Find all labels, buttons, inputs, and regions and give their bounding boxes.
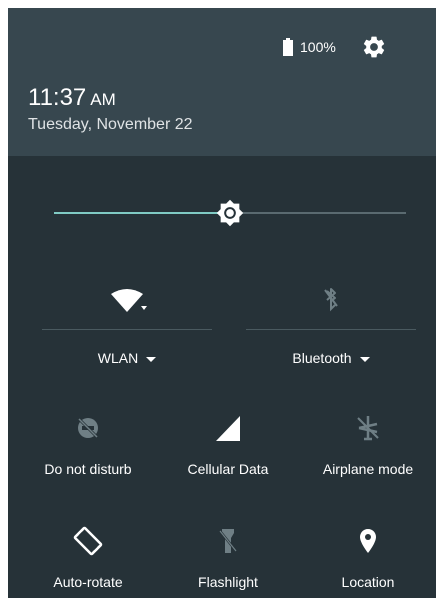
tile-bluetooth-label[interactable]: Bluetooth	[246, 350, 416, 366]
tile-location[interactable]: Location	[298, 526, 436, 598]
chevron-down-icon	[359, 356, 370, 362]
tile-label: Cellular Data	[187, 461, 269, 477]
status-header: 100% 11:37 AM Tuesday, November 22	[8, 8, 436, 156]
clock-ampm: AM	[90, 90, 116, 109]
tile-label: Do not disturb	[44, 461, 132, 477]
wlan-label-text: WLAN	[97, 350, 139, 366]
tile-wlan[interactable]: WLAN	[42, 278, 212, 383]
chevron-down-icon	[146, 356, 157, 362]
screen-rotation-icon	[73, 526, 103, 556]
wifi-icon	[111, 289, 147, 312]
tile-bluetooth[interactable]: Bluetooth	[246, 278, 416, 383]
cellular-signal-icon	[216, 416, 240, 441]
bluetooth-label-text: Bluetooth	[292, 350, 352, 366]
bluetooth-disabled-icon	[324, 288, 338, 312]
tile-divider	[42, 329, 212, 330]
battery-level-text: 100%	[300, 39, 336, 55]
date-text[interactable]: Tuesday, November 22	[28, 115, 193, 135]
tile-label: Flashlight	[198, 574, 258, 590]
tile-label: Airplane mode	[322, 461, 414, 477]
flashlight-off-icon	[219, 529, 237, 553]
tile-label: Auto-rotate	[53, 574, 123, 590]
gear-icon[interactable]	[361, 34, 387, 60]
tile-divider	[246, 329, 416, 330]
tile-airplane-mode[interactable]: Airplane mode	[298, 413, 436, 503]
tile-wlan-label[interactable]: WLAN	[42, 350, 212, 366]
brightness-fill	[54, 212, 230, 214]
do-not-disturb-off-icon	[77, 417, 99, 439]
clock-time: 11:37	[28, 84, 87, 111]
tile-cellular-data[interactable]: Cellular Data	[158, 413, 298, 503]
tile-flashlight[interactable]: Flashlight	[158, 526, 298, 598]
airplane-off-icon	[357, 416, 379, 441]
brightness-icon[interactable]	[216, 199, 244, 227]
location-pin-icon	[360, 529, 376, 553]
tile-auto-rotate[interactable]: Auto-rotate	[18, 526, 158, 598]
quick-settings-panel: 100% 11:37 AM Tuesday, November 22 WLAN B	[8, 8, 436, 598]
clock[interactable]: 11:37 AM	[28, 84, 116, 114]
battery-icon	[283, 38, 293, 56]
tile-do-not-disturb[interactable]: Do not disturb	[18, 413, 158, 503]
tile-label: Location	[341, 574, 395, 590]
brightness-slider[interactable]	[54, 198, 406, 228]
